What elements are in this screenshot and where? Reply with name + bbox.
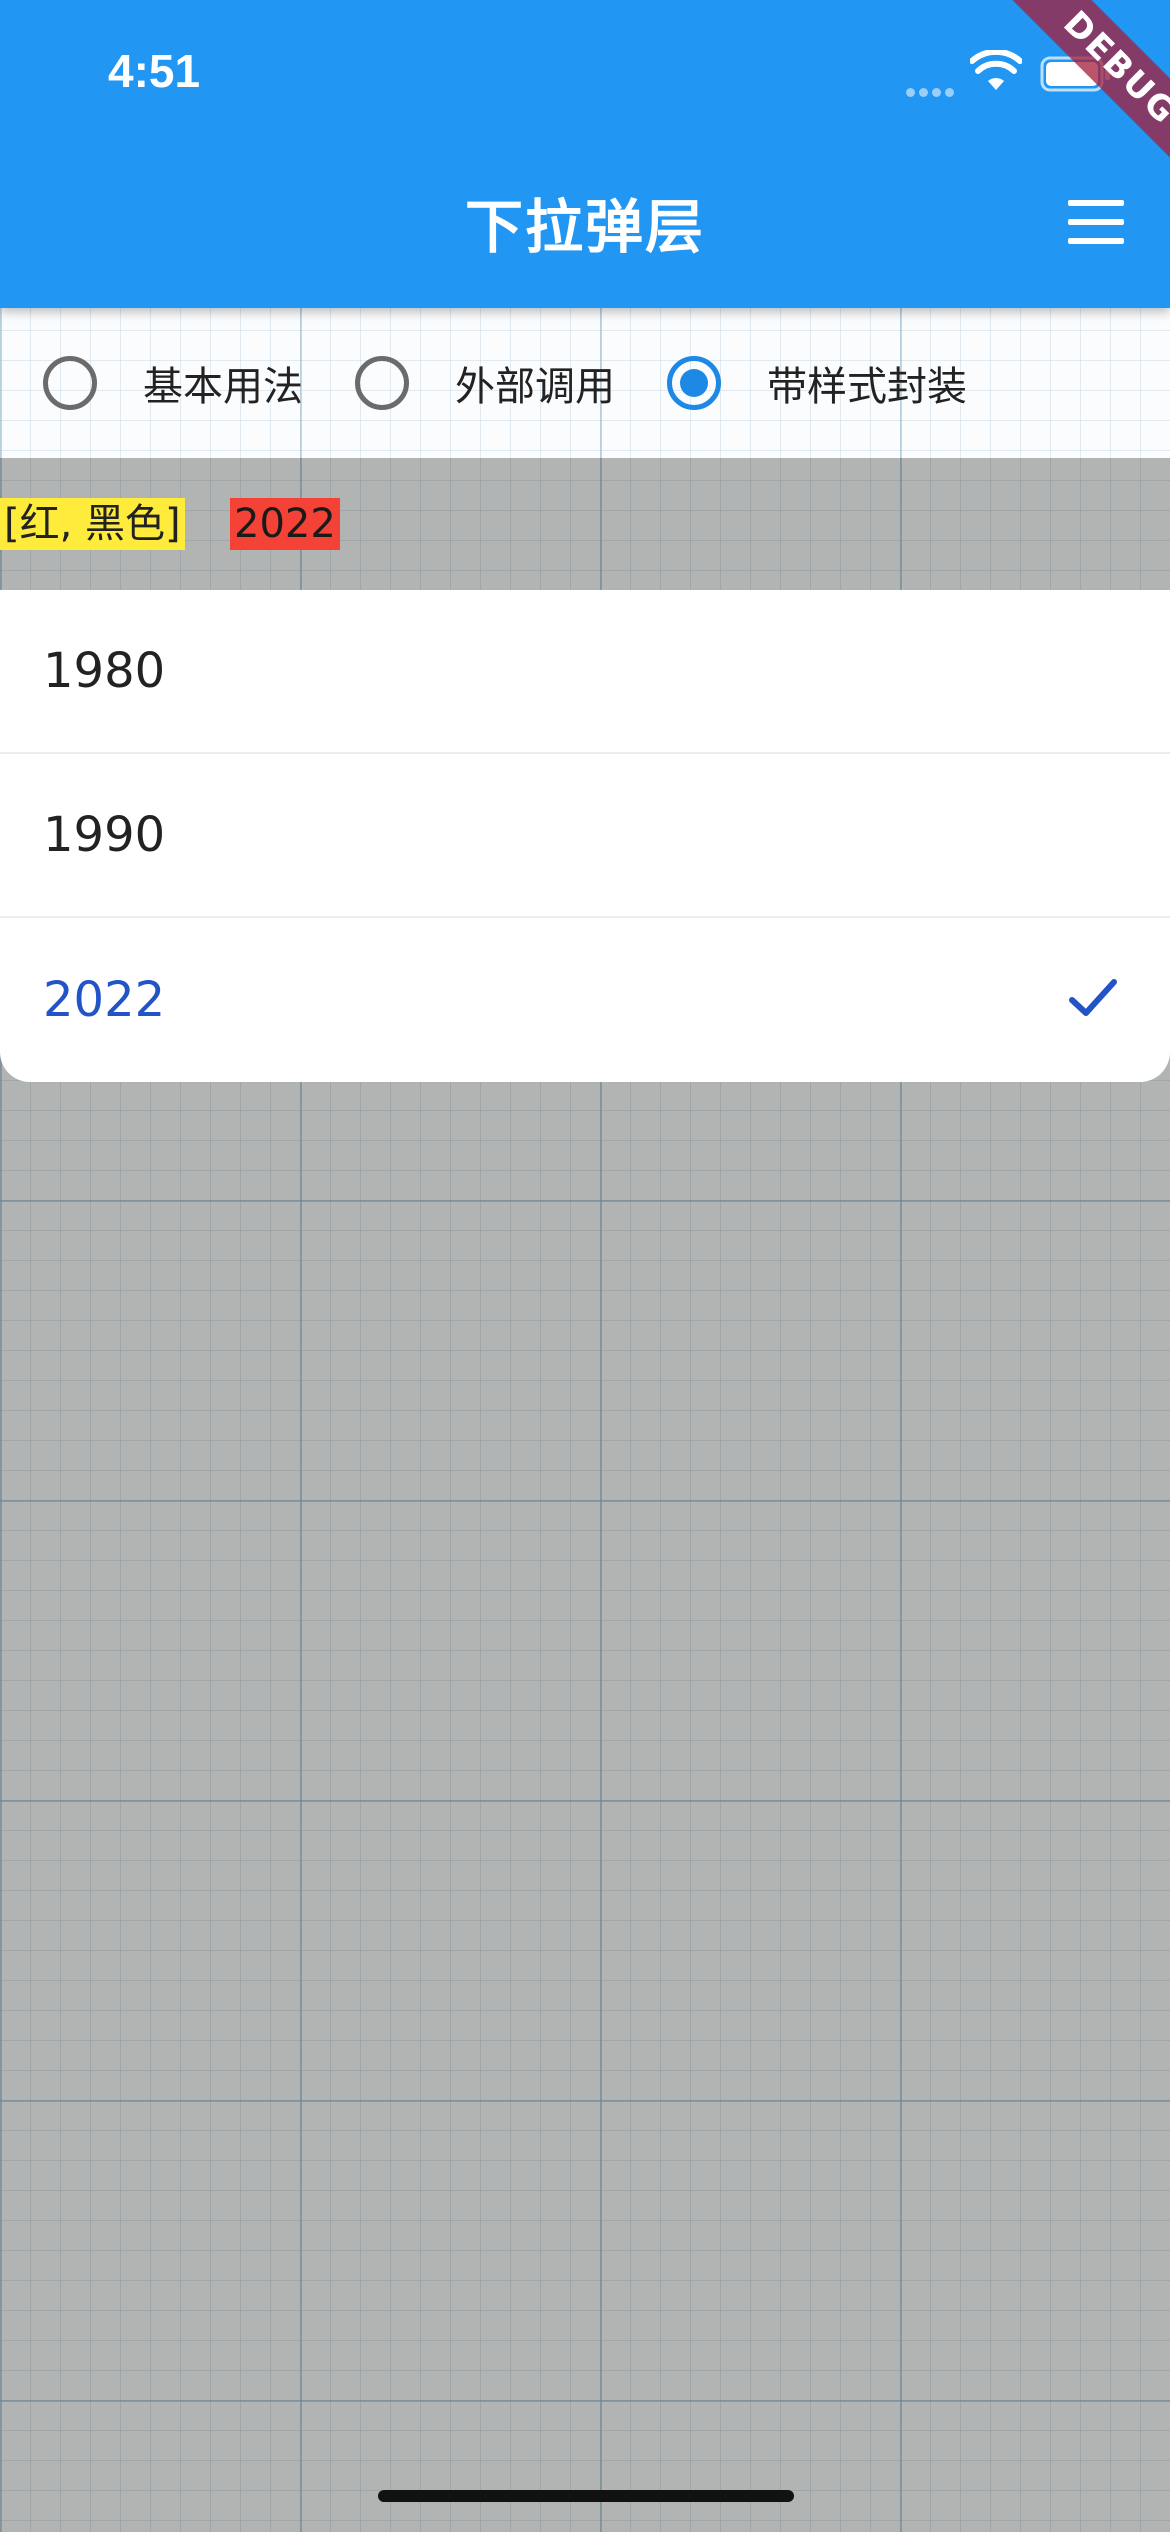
cellular-signal-icon	[906, 82, 960, 97]
radio-label: 带样式封装	[767, 364, 967, 410]
dropdown-option-2022[interactable]: 2022	[0, 918, 1170, 1082]
radio-styled-wrapper[interactable]: 带样式封装	[667, 308, 967, 458]
check-icon	[1069, 979, 1117, 1016]
option-label: 1990	[43, 807, 166, 863]
radio-unchecked-icon[interactable]	[355, 356, 409, 410]
app-bar: 4:51 下拉弹层	[0, 0, 1170, 308]
radio-label: 基本用法	[143, 364, 303, 410]
dropdown-option-1990[interactable]: 1990	[0, 754, 1170, 918]
status-time: 4:51	[108, 45, 201, 97]
radio-checked-icon[interactable]	[667, 356, 721, 410]
option-label: 2022	[43, 972, 166, 1028]
home-indicator[interactable]	[378, 2490, 794, 2502]
radio-unchecked-icon[interactable]	[43, 356, 97, 410]
radio-basic-usage[interactable]: 基本用法	[43, 308, 303, 458]
year-dropdown-panel: 1980 1990 2022	[0, 590, 1170, 1082]
color-filter-chip[interactable]: [红, 黑色]	[0, 498, 185, 550]
demo-mode-radio-group: 基本用法 外部调用 带样式封装	[0, 308, 1170, 458]
year-filter-chip[interactable]: 2022	[230, 498, 340, 550]
filter-chip-row: [红, 黑色] 2022	[0, 458, 1170, 590]
page-title: 下拉弹层	[464, 193, 705, 261]
radio-external-call[interactable]: 外部调用	[355, 308, 615, 458]
option-label: 1980	[43, 643, 166, 699]
radio-label: 外部调用	[455, 364, 615, 410]
dropdown-option-1980[interactable]: 1980	[0, 590, 1170, 754]
wifi-icon	[970, 50, 1022, 90]
hamburger-menu-icon[interactable]	[1068, 200, 1124, 244]
